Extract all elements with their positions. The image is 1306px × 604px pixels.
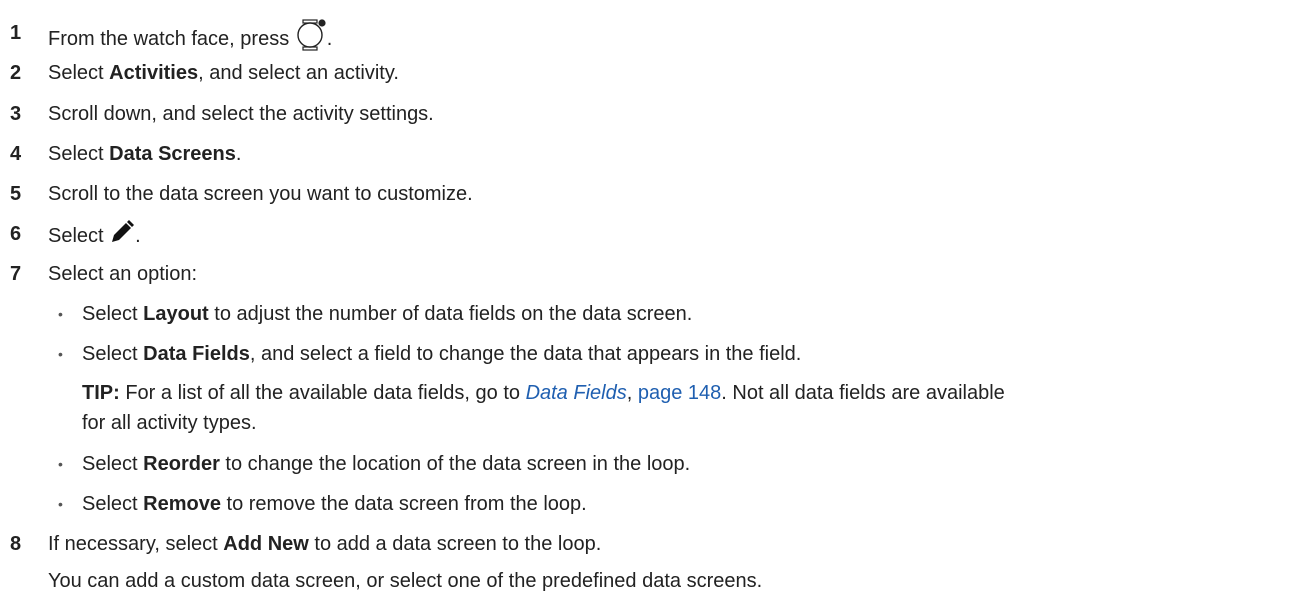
menu-item-name: Data Fields bbox=[143, 343, 250, 365]
step-number: 7 bbox=[10, 263, 22, 285]
bullet-icon: • bbox=[58, 306, 63, 322]
step-text: If necessary, select bbox=[48, 533, 224, 555]
step-number: 8 bbox=[10, 533, 22, 555]
menu-item-name: Data Screens bbox=[109, 143, 236, 165]
watch-button-icon bbox=[295, 18, 327, 61]
bullet-icon: • bbox=[58, 496, 63, 512]
data-fields-link[interactable]: Data Fields bbox=[526, 382, 627, 404]
step-text: Select bbox=[48, 62, 110, 84]
pencil-icon bbox=[109, 219, 135, 254]
menu-item-name: Activities bbox=[109, 62, 199, 84]
step-text-end: , and select an activity. bbox=[198, 62, 399, 84]
step-text: Select bbox=[48, 143, 110, 165]
step-text-end: to add a data screen to the loop. bbox=[308, 533, 602, 555]
bullet-icon: • bbox=[58, 346, 63, 362]
step-text: Scroll down, and select the activity set… bbox=[48, 103, 434, 125]
step-text-end: . bbox=[326, 27, 333, 50]
step-number: 5 bbox=[10, 183, 22, 205]
step-text: Scroll to the data screen you want to cu… bbox=[48, 183, 473, 205]
bullet-icon: • bbox=[58, 456, 63, 472]
step-8-note: You can add a custom data screen, or sel… bbox=[48, 570, 763, 592]
step-number: 1 bbox=[10, 22, 22, 44]
step-number: 2 bbox=[10, 62, 22, 84]
page-reference-link[interactable]: page 148 bbox=[638, 382, 721, 404]
step-number: 4 bbox=[10, 143, 22, 165]
menu-item-name: Layout bbox=[143, 303, 209, 325]
step-text-end: . bbox=[135, 224, 141, 247]
menu-item-name: Reorder bbox=[143, 453, 220, 475]
step-text: Select bbox=[48, 224, 110, 247]
step-text: Select an option: bbox=[48, 263, 197, 285]
menu-item-name: Remove bbox=[143, 493, 221, 515]
tip-label: TIP: bbox=[82, 382, 120, 404]
step-number: 6 bbox=[10, 223, 22, 245]
step-text: From the watch face, press bbox=[48, 27, 295, 50]
tip-line-2: for all activity types. bbox=[82, 412, 257, 434]
instruction-document: 1 From the watch face, press . 2 Select … bbox=[0, 0, 1306, 604]
tip-line-1: TIP: For a list of all the available dat… bbox=[82, 382, 1005, 404]
menu-item-name: Add New bbox=[223, 533, 309, 555]
step-number: 3 bbox=[10, 103, 22, 125]
step-text-end: . bbox=[235, 143, 242, 165]
